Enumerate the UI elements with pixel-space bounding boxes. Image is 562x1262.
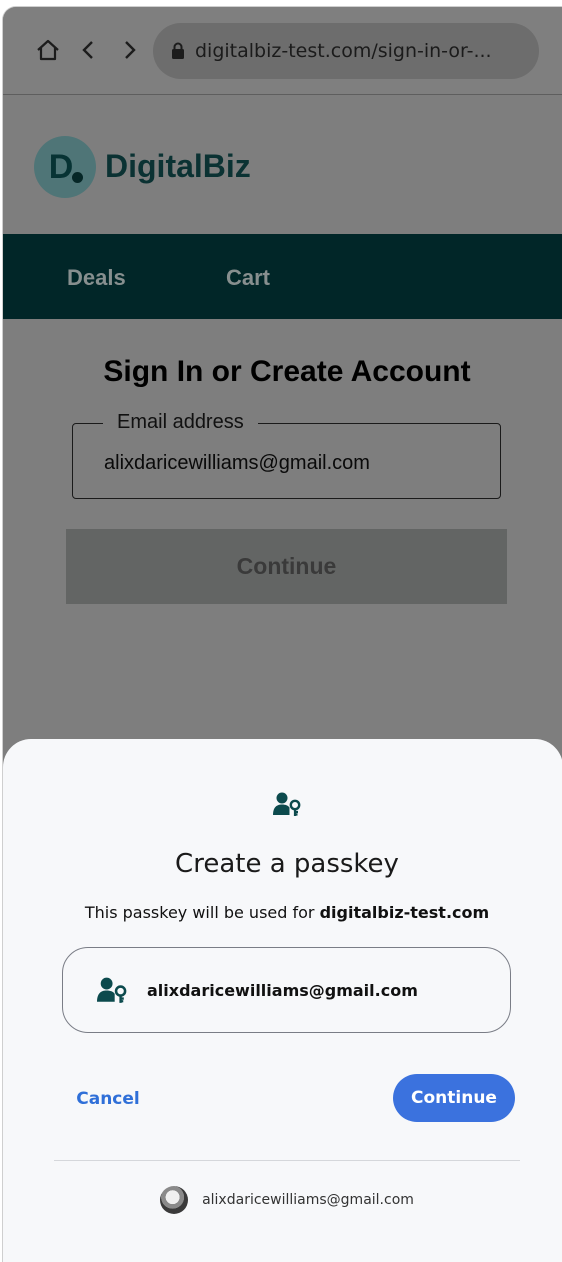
site-nav: Deals Cart bbox=[3, 234, 562, 319]
sheet-title: Create a passkey bbox=[175, 849, 399, 879]
passkey-continue-button[interactable]: Continue bbox=[393, 1074, 515, 1122]
sheet-subtitle-domain: digitalbiz-test.com bbox=[319, 903, 490, 922]
cancel-button[interactable]: Cancel bbox=[63, 1077, 153, 1121]
account-option[interactable]: alixdaricewilliams@gmail.com bbox=[62, 947, 511, 1033]
logo-letter: D bbox=[48, 147, 74, 186]
continue-button[interactable]: Continue bbox=[66, 529, 507, 604]
logo-text[interactable]: DigitalBiz bbox=[105, 148, 251, 185]
logo-dot bbox=[72, 172, 83, 183]
avatar bbox=[160, 1186, 189, 1214]
email-label: Email address bbox=[103, 411, 258, 434]
back-icon[interactable] bbox=[73, 35, 103, 65]
browser-window: digitalbiz-test.com/sign-in-or-... D Dig… bbox=[2, 6, 562, 1262]
email-field[interactable]: Email address alixdaricewilliams@gmail.c… bbox=[72, 411, 501, 499]
url-text: digitalbiz-test.com/sign-in-or-... bbox=[195, 40, 492, 62]
passkey-icon bbox=[97, 977, 127, 1003]
sheet-subtitle: This passkey will be used for digitalbiz… bbox=[3, 903, 562, 922]
nav-link-deals[interactable]: Deals bbox=[67, 265, 126, 291]
sign-in-form: Sign In or Create Account Email address … bbox=[3, 319, 562, 779]
browser-toolbar: digitalbiz-test.com/sign-in-or-... bbox=[3, 7, 562, 95]
email-value: alixdaricewilliams@gmail.com bbox=[104, 452, 370, 474]
account-footer[interactable]: alixdaricewilliams@gmail.com bbox=[3, 1186, 562, 1214]
sheet-subtitle-prefix: This passkey will be used for bbox=[84, 903, 320, 922]
passkey-icon bbox=[273, 792, 301, 816]
footer-email: alixdaricewilliams@gmail.com bbox=[202, 1192, 414, 1208]
address-bar[interactable]: digitalbiz-test.com/sign-in-or-... bbox=[153, 23, 539, 79]
divider bbox=[54, 1160, 520, 1161]
lock-icon bbox=[172, 42, 184, 59]
logo-badge[interactable]: D bbox=[34, 136, 96, 198]
account-email: alixdaricewilliams@gmail.com bbox=[147, 980, 418, 1000]
nav-link-cart[interactable]: Cart bbox=[226, 265, 270, 291]
continue-button-label: Continue bbox=[236, 553, 337, 579]
page-title: Sign In or Create Account bbox=[103, 355, 471, 388]
home-icon[interactable] bbox=[33, 35, 63, 65]
forward-icon[interactable] bbox=[115, 35, 145, 65]
passkey-bottom-sheet: Create a passkey This passkey will be us… bbox=[3, 739, 562, 1262]
site-header: D DigitalBiz bbox=[3, 95, 562, 234]
